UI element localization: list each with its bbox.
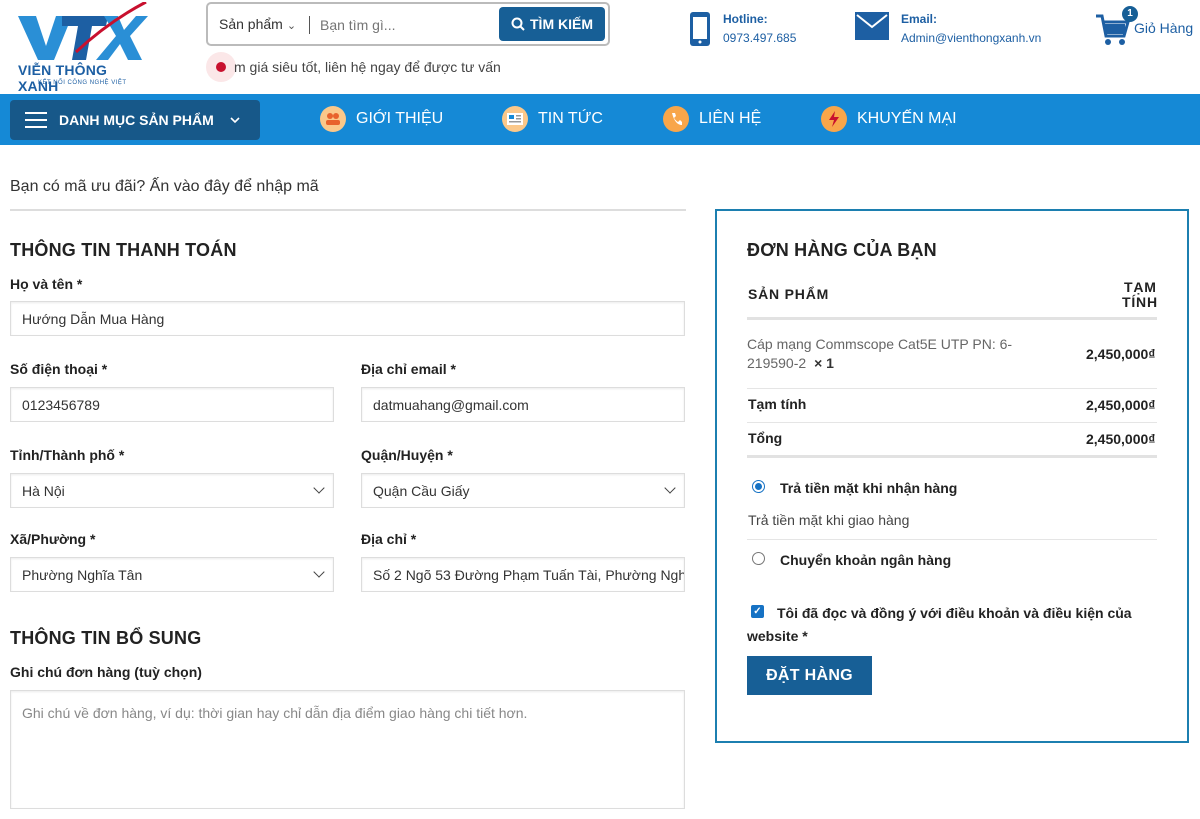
col-product-header: SẢN PHẨM <box>748 286 830 302</box>
nav-item-news[interactable]: TIN TỨC <box>502 106 603 132</box>
address-label: Địa chỉ * <box>361 531 417 547</box>
search-category-label: Sản phẩm <box>219 16 283 32</box>
phone-field[interactable]: 0123456789 <box>10 387 334 422</box>
name-label: Họ và tên * <box>10 276 83 292</box>
divider <box>747 317 1157 320</box>
order-notes-textarea[interactable]: Ghi chú về đơn hàng, ví dụ: thời gian ha… <box>10 690 685 809</box>
chevron-down-icon: ⌄ <box>286 20 297 32</box>
nav-item-label: KHUYẾN MẠI <box>857 110 957 127</box>
divider <box>747 422 1157 423</box>
payment-cod-description: Trả tiền mặt khi giao hàng <box>748 512 910 528</box>
chevron-down-icon <box>230 117 240 124</box>
search-bar: Sản phẩm⌄ TÌM KIẾM <box>206 2 610 46</box>
newspaper-icon <box>502 106 528 132</box>
terms-website-link[interactable]: website <box>747 628 798 644</box>
required-marker: * <box>802 628 808 644</box>
order-notes-label: Ghi chú đơn hàng (tuỳ chọn) <box>10 664 202 680</box>
coupon-toggle-link[interactable]: Bạn có mã ưu đãi? Ấn vào đây để nhập mã <box>10 178 319 196</box>
terms-checkbox[interactable]: ✓ <box>751 605 764 618</box>
divider <box>747 388 1157 389</box>
province-select[interactable]: Hà Nội <box>10 473 334 508</box>
district-select[interactable]: Quận Cầu Giấy <box>361 473 685 508</box>
nav-item-promotions[interactable]: KHUYẾN MẠI <box>821 106 957 132</box>
cart-label: Giỏ Hàng <box>1134 20 1194 36</box>
search-divider <box>309 16 310 34</box>
payment-cod-radio[interactable] <box>752 480 765 493</box>
subtotal-label: Tạm tính <box>748 396 807 412</box>
nav-item-label: TIN TỨC <box>538 110 603 127</box>
place-order-button[interactable]: ĐẶT HÀNG <box>747 656 872 695</box>
hotline-value: 0973.497.685 <box>723 31 797 45</box>
item-name-line2: 219590-2 × 1 <box>747 355 834 371</box>
search-category-select[interactable]: Sản phẩm ⌄ <box>219 16 296 32</box>
province-value: Hà Nội <box>22 482 65 499</box>
extra-info-title: THÔNG TIN BỔ SUNG <box>10 628 202 648</box>
people-icon <box>320 106 346 132</box>
promo-ticker: m giá siêu tốt, liên hệ ngay để được tư … <box>206 52 501 82</box>
divider <box>747 539 1157 540</box>
item-name-part: 219590-2 <box>747 355 807 371</box>
category-menu-button[interactable]: DANH MỤC SẢN PHẨM <box>10 100 260 140</box>
payment-cod-label[interactable]: Trả tiền mặt khi nhận hàng <box>780 480 957 496</box>
terms-text-line2: website * <box>747 628 808 644</box>
email-label: Email: <box>901 12 938 26</box>
ward-label: Xã/Phường * <box>10 531 96 547</box>
nav-item-label: LIÊN HỆ <box>699 110 762 127</box>
logo-mark-icon <box>18 0 148 60</box>
search-icon <box>511 17 525 31</box>
phone-icon <box>663 106 689 132</box>
email-field-label: Địa chỉ email * <box>361 361 456 377</box>
payment-bank-radio[interactable] <box>752 552 765 565</box>
nav-item-contact[interactable]: LIÊN HỆ <box>663 106 761 132</box>
address-field[interactable]: Số 2 Ngõ 53 Đường Phạm Tuấn Tài, Phường … <box>361 557 685 592</box>
col-subtotal-header-line2: TÍNH <box>1122 294 1158 310</box>
search-input[interactable] <box>320 13 500 37</box>
total-label: Tổng <box>748 430 783 446</box>
chevron-down-icon <box>664 482 676 494</box>
live-dot-icon <box>206 52 236 82</box>
mail-icon <box>855 12 889 40</box>
site-header: VIỄN THÔNG XANH KẾT NỐI CÔNG NGHỆ VIỆT S… <box>0 0 1200 94</box>
terms-text-line1: Tôi đã đọc và đồng ý với điều khoản và đ… <box>777 605 1132 621</box>
divider <box>10 209 686 211</box>
order-title: ĐƠN HÀNG CỦA BẠN <box>747 240 937 260</box>
district-value: Quận Cầu Giấy <box>373 482 470 499</box>
payment-bank-label[interactable]: Chuyển khoản ngân hàng <box>780 552 951 568</box>
province-label: Tỉnh/Thành phố * <box>10 447 125 463</box>
phone-label: Số điện thoại * <box>10 361 108 377</box>
name-field[interactable]: Hướng Dẫn Mua Hàng <box>10 301 685 336</box>
total-value: 2,450,000₫ <box>1086 431 1156 447</box>
main-navigation: DANH MỤC SẢN PHẨM GIỚI THIỆU TIN TỨC LIÊ… <box>0 94 1200 145</box>
district-label: Quận/Huyện * <box>361 447 453 463</box>
nav-item-about[interactable]: GIỚI THIỆU <box>320 106 443 132</box>
subtotal-value: 2,450,000₫ <box>1086 397 1156 413</box>
logo-name: VIỄN THÔNG XANH <box>18 62 108 94</box>
billing-title: THÔNG TIN THANH TOÁN <box>10 240 237 260</box>
chevron-down-icon <box>313 566 325 578</box>
hamburger-icon <box>25 112 47 128</box>
ward-value: Phường Nghĩa Tân <box>22 566 143 583</box>
lightning-icon <box>821 106 847 132</box>
col-subtotal-header-line1: TẠM <box>1124 279 1157 295</box>
search-button-label: TÌM KIẾM <box>530 16 593 32</box>
item-price: 2,450,000₫ <box>1086 346 1156 362</box>
nav-item-label: GIỚI THIỆU <box>356 110 444 127</box>
category-menu-label: DANH MỤC SẢN PHẨM <box>59 112 214 128</box>
ward-select[interactable]: Phường Nghĩa Tân <box>10 557 334 592</box>
email-value: Admin@vienthongxanh.vn <box>901 31 1042 45</box>
logo-tagline: KẾT NỐI CÔNG NGHỆ VIỆT <box>38 80 127 86</box>
email-block[interactable]: Email: Admin@vienthongxanh.vn <box>855 10 1041 48</box>
cart-button[interactable]: 1 Giỏ Hàng <box>1094 6 1194 46</box>
item-name-line1: Cáp mạng Commscope Cat5E UTP PN: 6- <box>747 336 1013 352</box>
site-logo[interactable]: VIỄN THÔNG XANH KẾT NỐI CÔNG NGHỆ VIỆT <box>8 0 148 94</box>
chevron-down-icon <box>313 482 325 494</box>
search-button[interactable]: TÌM KIẾM <box>499 7 605 41</box>
divider <box>747 455 1157 458</box>
phone-icon <box>690 12 710 46</box>
promo-text: m giá siêu tốt, liên hệ ngay để được tư … <box>234 59 501 75</box>
hotline-block[interactable]: Hotline: 0973.497.685 <box>688 10 796 48</box>
item-quantity: × 1 <box>814 355 834 371</box>
hotline-label: Hotline: <box>723 12 768 26</box>
email-field[interactable]: datmuahang@gmail.com <box>361 387 685 422</box>
